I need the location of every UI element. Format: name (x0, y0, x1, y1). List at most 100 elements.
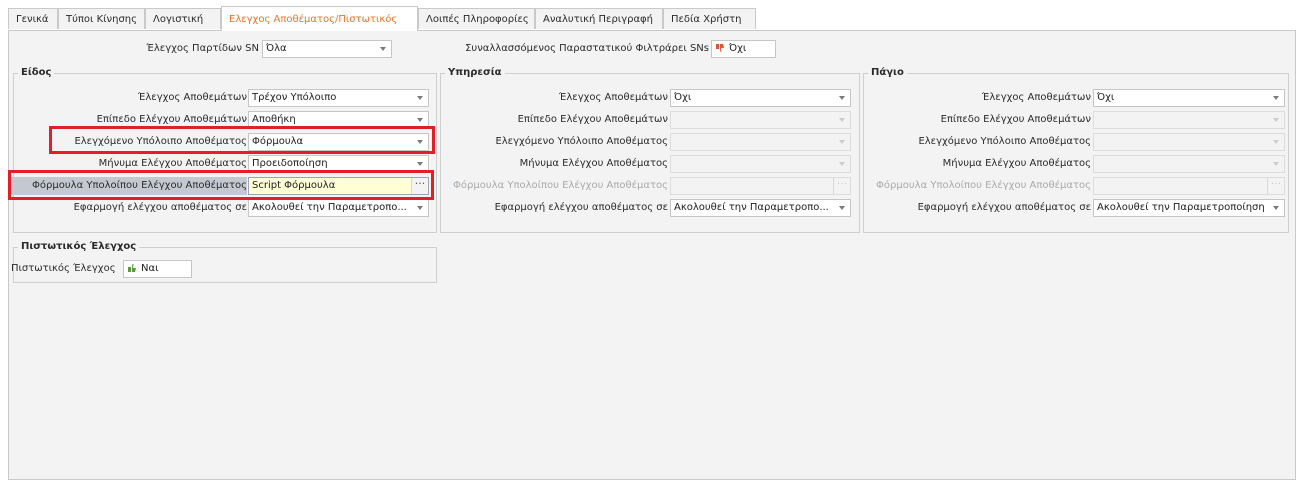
service-balance-formula-row: Φόρμουλα Υπολοίπου Ελέγχου Αποθέματος ··… (440, 177, 860, 195)
asset-controlled-balance-select (1093, 133, 1285, 151)
service-balance-formula-label: Φόρμουλα Υπολοίπου Ελέγχου Αποθέματος (453, 180, 668, 191)
thumbs-down-icon (716, 44, 724, 52)
service-apply-control-select[interactable]: Ακολουθεί την Παραμετροπο... (670, 199, 851, 217)
tab-general[interactable]: Γενικά (8, 8, 58, 29)
service-balance-formula-input: ··· (670, 177, 851, 195)
item-stock-control-select[interactable]: Τρέχον Υπόλοιπο (248, 89, 429, 107)
service-controlled-balance-label: Ελεγχόμενο Υπόλοιπο Αποθέματος (495, 136, 668, 147)
credit-control-toggle[interactable]: Ναι (123, 260, 192, 278)
ellipsis-button[interactable]: ··· (411, 178, 428, 194)
item-apply-control-label: Εφαρμογή ελέγχου αποθέματος σε (73, 202, 247, 213)
asset-stock-control-label: Έλεγχος Αποθεμάτων (981, 92, 1091, 103)
tab-content-pane: Έλεγχος Παρτίδων SN Όλα Συναλλασσόμενος … (8, 30, 1296, 480)
asset-balance-formula-label: Φόρμουλα Υπολοίπου Ελέγχου Αποθέματος (876, 180, 1091, 191)
filter-sn-toggle[interactable]: Όχι (711, 40, 776, 58)
item-stock-control-label: Έλεγχος Αποθεμάτων (137, 92, 247, 103)
service-control-message-label: Μήνυμα Ελέγχου Αποθέματος (519, 158, 668, 169)
ellipsis-button: ··· (1267, 178, 1284, 194)
tab-user-fields[interactable]: Πεδία Χρήστη (663, 8, 756, 29)
ellipsis-button: ··· (833, 178, 850, 194)
asset-apply-control-select[interactable]: Ακολουθεί την Παραμετροποίηση (1093, 199, 1285, 217)
batch-sn-row: Έλεγχος Παρτίδων SN Όλα Συναλλασσόμενος … (9, 40, 1289, 58)
item-control-level-label: Επίπεδο Ελέγχου Αποθεμάτων (96, 114, 247, 125)
asset-control-level-select (1093, 111, 1285, 129)
item-balance-formula-label: Φόρμουλα Υπολοίπου Ελέγχου Αποθέματος (11, 177, 247, 195)
chevron-down-icon (417, 206, 423, 210)
service-control-level-row: Επίπεδο Ελέγχου Αποθεμάτων (440, 111, 860, 129)
item-controlled-balance-label: Ελεγχόμενο Υπόλοιπο Αποθέματος (74, 136, 247, 147)
item-control-message-label: Μήνυμα Ελέγχου Αποθέματος (98, 158, 247, 169)
service-control-level-select (670, 111, 851, 129)
asset-control-message-label: Μήνυμα Ελέγχου Αποθέματος (942, 158, 1091, 169)
tab-stock-credit-control[interactable]: Ελεγχος Αποθέματος/Πιστωτικός (221, 6, 418, 31)
chevron-down-icon (839, 140, 845, 144)
service-control-level-label: Επίπεδο Ελέγχου Αποθεμάτων (517, 114, 668, 125)
credit-control-value: Ναι (141, 263, 159, 274)
asset-control-level-label: Επίπεδο Ελέγχου Αποθεμάτων (940, 114, 1091, 125)
service-controlled-balance-row: Ελεγχόμενο Υπόλοιπο Αποθέματος (440, 133, 860, 151)
group-credit-control-title: Πιστωτικός Έλεγχος (18, 240, 140, 254)
asset-control-message-row: Μήνυμα Ελέγχου Αποθέματος (863, 155, 1289, 173)
chevron-down-icon (417, 96, 423, 100)
chevron-down-icon (1273, 206, 1279, 210)
chevron-down-icon (417, 140, 423, 144)
tab-bar: Γενικά Τύποι Κίνησης Λογιστική Ελεγχος Α… (8, 6, 1296, 31)
thumbs-up-icon (128, 264, 136, 272)
credit-control-row: Πιστωτικός Έλεγχος Ναι (9, 260, 209, 278)
asset-stock-control-select[interactable]: Όχι (1093, 89, 1285, 107)
service-stock-control-row: Έλεγχος Αποθεμάτων Όχι (440, 89, 860, 107)
asset-controlled-balance-label: Ελεγχόμενο Υπόλοιπο Αποθέματος (918, 136, 1091, 147)
tab-detailed-description[interactable]: Αναλυτική Περιγραφή (535, 8, 663, 29)
group-item-title: Είδος (18, 66, 55, 80)
chevron-down-icon (417, 162, 423, 166)
chevron-down-icon (380, 47, 386, 51)
asset-control-message-select (1093, 155, 1285, 173)
item-stock-control-row: Έλεγχος Αποθεμάτων Τρέχον Υπόλοιπο (9, 89, 439, 107)
chevron-down-icon (1273, 162, 1279, 166)
chevron-down-icon (1273, 118, 1279, 122)
item-balance-formula-input[interactable]: Script Φόρμουλα ··· (248, 177, 429, 195)
batch-sn-select[interactable]: Όλα (262, 40, 392, 58)
asset-apply-control-row: Εφαρμογή ελέγχου αποθέματος σε Ακολουθεί… (863, 199, 1289, 217)
item-apply-control-select[interactable]: Ακολουθεί την Παραμετροπο... (248, 199, 429, 217)
service-control-message-select (670, 155, 851, 173)
chevron-down-icon (839, 162, 845, 166)
service-apply-control-row: Εφαρμογή ελέγχου αποθέματος σε Ακολουθεί… (440, 199, 860, 217)
chevron-down-icon (839, 206, 845, 210)
tab-accounting[interactable]: Λογιστική (145, 8, 221, 29)
item-balance-formula-row: Φόρμουλα Υπολοίπου Ελέγχου Αποθέματος Sc… (9, 177, 439, 195)
batch-sn-label: Έλεγχος Παρτίδων SN (146, 43, 259, 54)
chevron-down-icon (839, 96, 845, 100)
chevron-down-icon (1273, 140, 1279, 144)
asset-balance-formula-row: Φόρμουλα Υπολοίπου Ελέγχου Αποθέματος ··… (863, 177, 1289, 195)
item-control-message-row: Μήνυμα Ελέγχου Αποθέματος Προειδοποίηση (9, 155, 439, 173)
asset-stock-control-row: Έλεγχος Αποθεμάτων Όχι (863, 89, 1289, 107)
asset-apply-control-label: Εφαρμογή ελέγχου αποθέματος σε (917, 202, 1091, 213)
asset-balance-formula-input: ··· (1093, 177, 1285, 195)
service-stock-control-select[interactable]: Όχι (670, 89, 851, 107)
filter-sn-label: Συναλλασσόμενος Παραστατικού Φιλτράρει S… (465, 43, 709, 54)
chevron-down-icon (417, 118, 423, 122)
item-control-level-select[interactable]: Αποθήκη (248, 111, 429, 129)
filter-sn-value: Όχι (729, 43, 747, 54)
credit-control-label: Πιστωτικός Έλεγχος (11, 263, 116, 274)
service-stock-control-label: Έλεγχος Αποθεμάτων (558, 92, 668, 103)
tab-other-info[interactable]: Λοιπές Πληροφορίες (418, 8, 535, 29)
service-controlled-balance-select (670, 133, 851, 151)
group-service-title: Υπηρεσία (445, 66, 505, 80)
item-controlled-balance-row: Ελεγχόμενο Υπόλοιπο Αποθέματος Φόρμουλα (9, 133, 439, 151)
service-apply-control-label: Εφαρμογή ελέγχου αποθέματος σε (494, 202, 668, 213)
item-control-level-row: Επίπεδο Ελέγχου Αποθεμάτων Αποθήκη (9, 111, 439, 129)
item-apply-control-row: Εφαρμογή ελέγχου αποθέματος σε Ακολουθεί… (9, 199, 439, 217)
tab-movement-types[interactable]: Τύποι Κίνησης (58, 8, 145, 29)
chevron-down-icon (839, 118, 845, 122)
asset-control-level-row: Επίπεδο Ελέγχου Αποθεμάτων (863, 111, 1289, 129)
group-fixed-asset-title: Πάγιο (868, 66, 907, 80)
batch-sn-value: Όλα (266, 43, 287, 54)
service-control-message-row: Μήνυμα Ελέγχου Αποθέματος (440, 155, 860, 173)
chevron-down-icon (1273, 96, 1279, 100)
item-controlled-balance-select[interactable]: Φόρμουλα (248, 133, 429, 151)
form-window: Γενικά Τύποι Κίνησης Λογιστική Ελεγχος Α… (8, 6, 1296, 480)
item-control-message-select[interactable]: Προειδοποίηση (248, 155, 429, 173)
asset-controlled-balance-row: Ελεγχόμενο Υπόλοιπο Αποθέματος (863, 133, 1289, 151)
